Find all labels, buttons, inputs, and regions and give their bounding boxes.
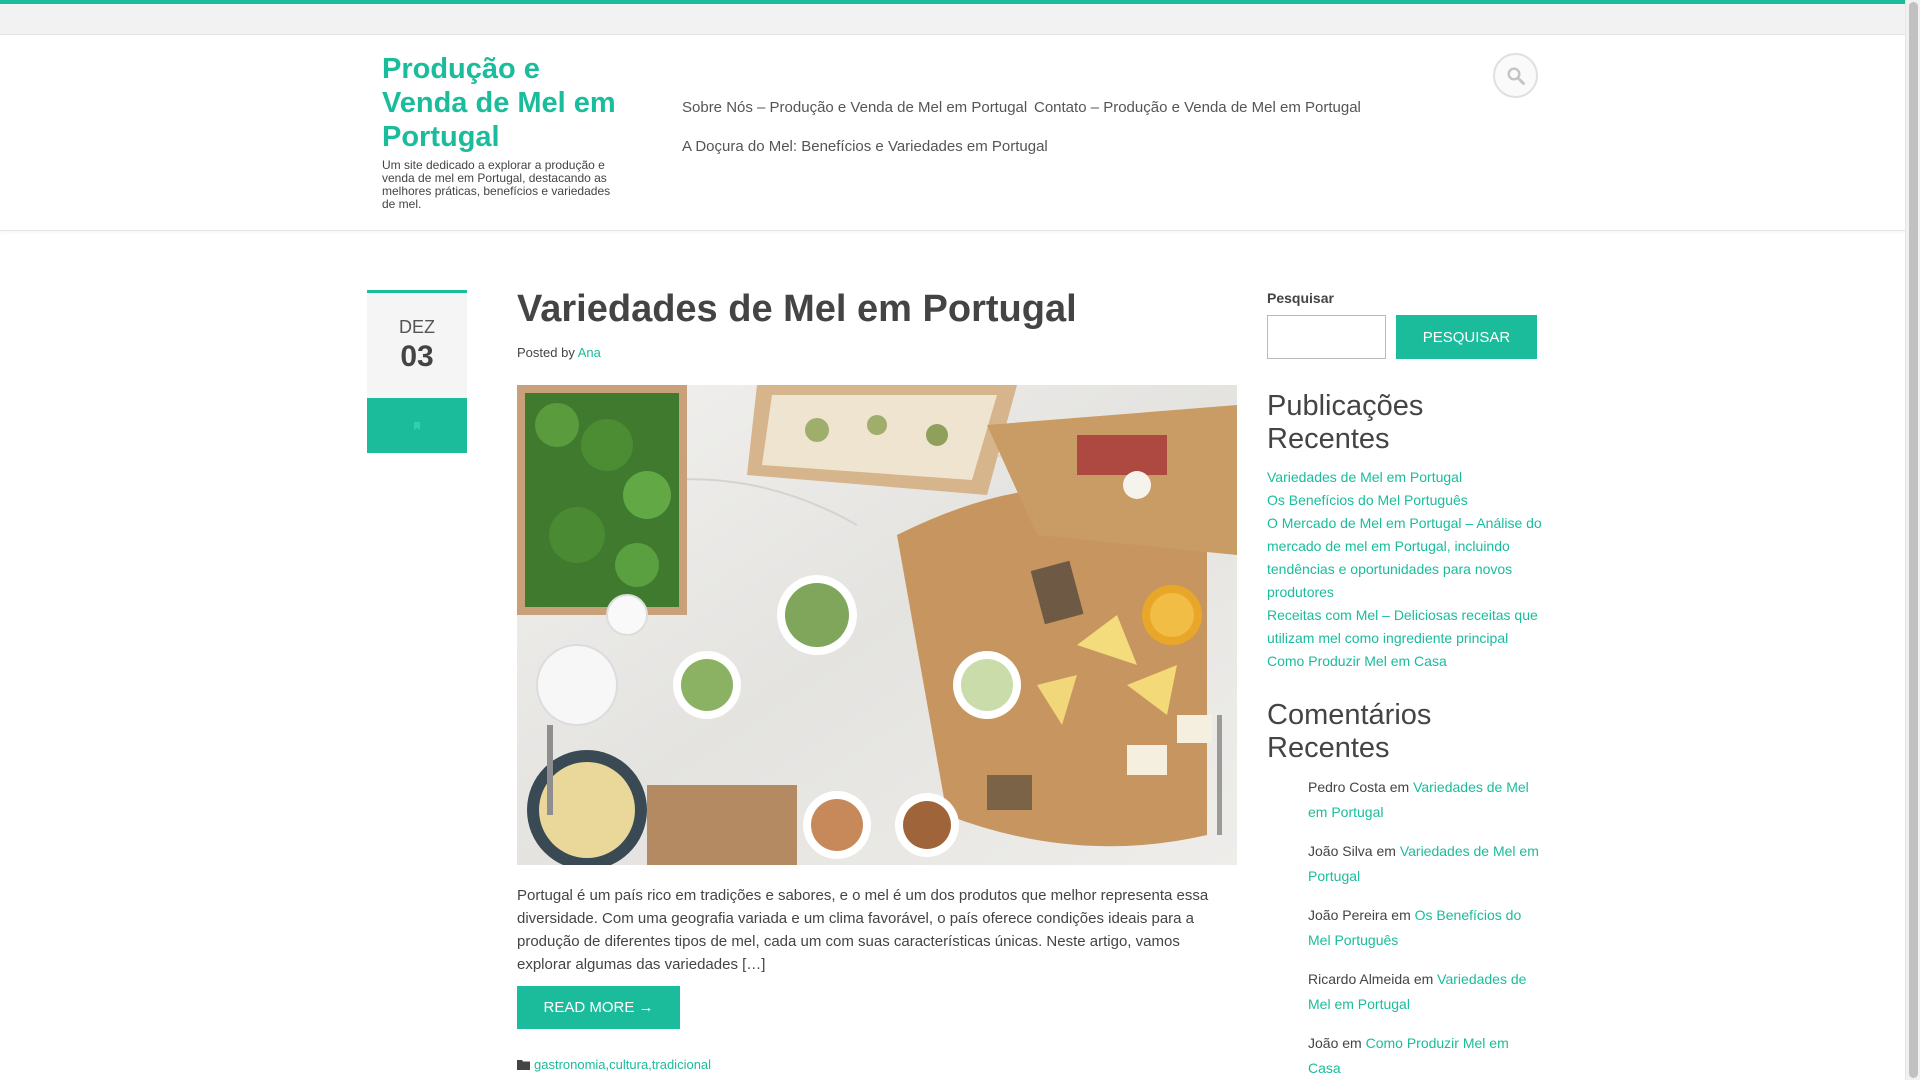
scrollbar-thumb[interactable]	[1909, 2, 1918, 1078]
recent-posts-title: Publicações Recentes	[1267, 390, 1424, 455]
comment-author: João Silva	[1308, 843, 1373, 859]
recent-comment-item: Pedro Costa em Variedades de Mel em Port…	[1308, 775, 1542, 825]
recent-comment-item: João Pereira em Os Benefícios do Mel Por…	[1308, 903, 1542, 953]
comment-connector: em	[1413, 971, 1434, 987]
nav-item-docura-do-mel[interactable]: A Doçura do Mel: Benefícios e Variedades…	[682, 138, 1048, 155]
standard-post-icon	[414, 421, 420, 430]
comment-connector: em	[1391, 907, 1411, 923]
comment-connector: em	[1376, 843, 1396, 859]
recent-comment-item: João Silva em Variedades de Mel em Portu…	[1308, 839, 1542, 889]
site-description: Um site dedicado a explorar a produção e…	[382, 158, 611, 211]
comment-author: João Pereira	[1308, 907, 1388, 923]
search-label: Pesquisar	[1267, 290, 1334, 306]
recent-post-link[interactable]: Como Produzir Mel em Casa	[1267, 650, 1542, 673]
post-format-badge	[367, 398, 467, 453]
folder-icon	[517, 1060, 530, 1070]
recent-post-link[interactable]: Receitas com Mel – Deliciosas receitas q…	[1267, 604, 1542, 650]
site-header: Produção e Venda de Mel em Portugal Um s…	[0, 35, 1905, 231]
featured-image[interactable]	[517, 385, 1237, 865]
recent-post-link[interactable]: O Mercado de Mel em Portugal – Análise d…	[1267, 512, 1542, 604]
post-date-day: 03	[400, 340, 434, 373]
sidebar-search: Pesquisar PESQUISAR	[1267, 290, 1537, 359]
recent-comment-item: João em Como Produzir Mel em Casa	[1308, 1031, 1542, 1080]
post-date-month: DEZ	[399, 317, 435, 337]
comment-author: João	[1308, 1035, 1339, 1051]
recent-comments-title: Comentários Recentes	[1267, 699, 1432, 764]
search-input[interactable]	[1267, 315, 1386, 359]
post-date: DEZ 03	[367, 290, 467, 398]
post-categories: gastronomia,cultura,tradicional	[517, 1057, 711, 1072]
search-icon	[1506, 66, 1525, 85]
comment-author: Pedro Costa	[1308, 779, 1386, 795]
posted-by-label: Posted by	[517, 345, 575, 360]
recent-posts-widget: Publicações Recentes Variedades de Mel e…	[1267, 390, 1542, 673]
post-meta: Posted by Ana	[517, 345, 601, 360]
recent-post-link[interactable]: Os Benefícios do Mel Português	[1267, 489, 1542, 512]
header-search-button[interactable]	[1493, 53, 1538, 98]
post-author-link[interactable]: Ana	[578, 345, 601, 360]
recent-post-link[interactable]: Variedades de Mel em Portugal	[1267, 466, 1542, 489]
recent-comments-widget: Comentários Recentes Pedro Costa em Vari…	[1267, 699, 1542, 1080]
site-title[interactable]: Produção e Venda de Mel em Portugal	[382, 52, 632, 154]
search-submit-button[interactable]: PESQUISAR	[1396, 315, 1537, 359]
comment-connector: em	[1342, 1035, 1362, 1051]
nav-item-sobre-nos[interactable]: Sobre Nós – Produção e Venda de Mel em P…	[682, 99, 1027, 116]
comment-author: Ricardo Almeida	[1308, 971, 1410, 987]
post-excerpt: Portugal é um país rico em tradições e s…	[517, 887, 1209, 973]
recent-comment-item: Ricardo Almeida em Variedades de Mel em …	[1308, 967, 1542, 1017]
read-more-button[interactable]: READ MORE →	[517, 986, 680, 1029]
top-bar	[0, 0, 1905, 35]
nav-item-contato[interactable]: Contato – Produção e Venda de Mel em Por…	[1034, 99, 1361, 116]
comment-connector: em	[1389, 779, 1410, 795]
post-title[interactable]: Variedades de Mel em Portugal	[517, 288, 1237, 331]
category-links[interactable]: gastronomia,cultura,tradicional	[534, 1057, 711, 1072]
food-board-image	[517, 385, 1237, 865]
comment-post-link[interactable]: Como Produzir Mel em Casa	[1308, 1035, 1509, 1076]
page-scrollbar[interactable]	[1905, 0, 1920, 1080]
